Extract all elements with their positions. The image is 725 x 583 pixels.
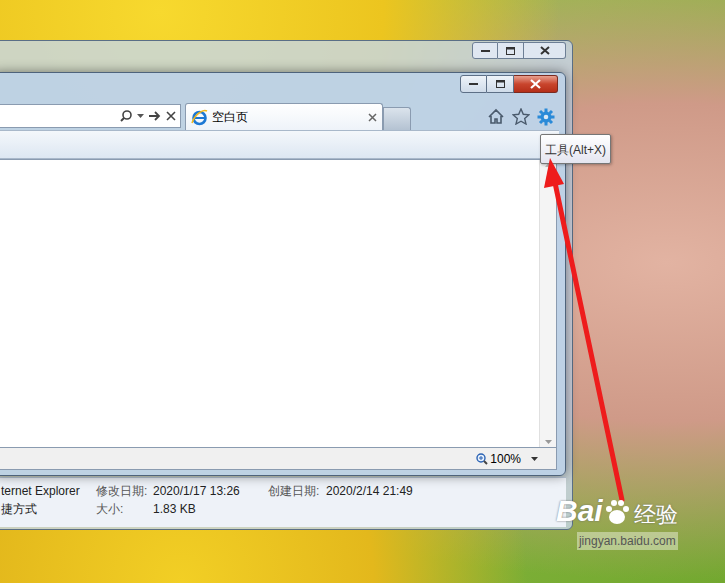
address-bar[interactable] [0,104,181,128]
baidu-watermark: Bai 经验 jingyan.baidu.com [556,496,678,550]
maximize-button[interactable] [498,42,524,59]
details-cell: 大小: [96,500,153,518]
ie-window[interactable]: 空白页 100% [0,72,566,476]
details-cell: ternet Explorer [1,482,96,500]
details-row: 捷方式大小:1.83 KB [1,500,566,518]
search-icon[interactable] [120,110,132,122]
stop-icon[interactable] [166,111,176,121]
tab-label: 空白页 [212,108,364,126]
close-icon [530,79,541,89]
details-cell: 捷方式 [1,500,96,518]
close-icon [540,46,550,55]
tooltip-text: 工具(Alt+X) [545,143,606,157]
dropdown-icon[interactable] [137,114,144,118]
zoom-icon [476,453,488,465]
zoom-control[interactable]: 100% [476,450,521,468]
scroll-down-icon[interactable] [545,440,552,444]
red-arrow-icon [0,0,725,583]
details-cell: 修改日期: [96,482,153,500]
close-button[interactable] [524,42,566,59]
ie-logo-icon [191,109,208,126]
zoom-dropdown-icon[interactable] [531,457,538,461]
details-cell: 1.83 KB [153,500,268,518]
status-bar: 100% [0,448,557,470]
zoom-level: 100% [490,450,521,468]
tab-close-icon[interactable] [368,113,377,122]
home-icon[interactable] [487,108,505,125]
minimize-icon [469,82,478,86]
minimize-icon [481,49,490,53]
watermark-brand: Bai [556,496,603,526]
maximize-button[interactable] [487,75,514,93]
baidu-paw-icon [604,498,630,526]
go-icon[interactable] [149,111,161,121]
details-row: ternet Explorer修改日期:2020/1/17 13:26创建日期:… [1,482,566,500]
navigation-bar: 空白页 [0,100,559,130]
desktop: ternet Explorer修改日期:2020/1/17 13:26创建日期:… [0,0,725,583]
favorites-star-icon[interactable] [512,108,530,125]
maximize-icon [506,47,515,55]
close-button[interactable] [514,75,558,93]
ie-window-controls [460,75,558,93]
minimize-button[interactable] [472,42,498,59]
minimize-button[interactable] [460,75,487,93]
explorer-window-controls [472,42,566,59]
tools-gear-icon[interactable] [537,108,555,126]
new-tab-button[interactable] [383,107,411,130]
toolbar-icons [487,103,559,130]
watermark-url: jingyan.baidu.com [577,532,678,550]
watermark-product: 经验 [634,504,678,526]
maximize-icon [496,80,505,88]
tooltip: 工具(Alt+X) [540,134,611,164]
details-pane: ternet Explorer修改日期:2020/1/17 13:26创建日期:… [0,477,566,527]
details-cell: 创建日期: [268,482,326,500]
details-cell: 2020/1/17 13:26 [153,482,268,500]
page-content[interactable] [0,159,557,448]
browser-tab[interactable]: 空白页 [185,103,383,130]
details-cell: 2020/2/14 21:49 [326,482,436,500]
vertical-scrollbar[interactable] [539,160,556,447]
command-bar [0,130,559,159]
